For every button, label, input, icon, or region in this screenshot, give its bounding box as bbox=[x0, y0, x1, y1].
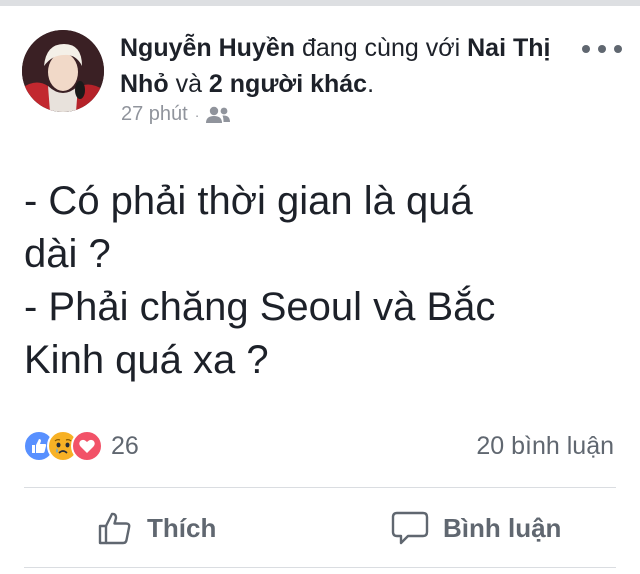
like-button[interactable]: Thích bbox=[97, 506, 216, 550]
reactions-summary[interactable]: 26 bbox=[23, 430, 139, 462]
friends-icon[interactable] bbox=[205, 106, 231, 124]
comment-bubble-icon bbox=[391, 510, 429, 546]
comment-button[interactable]: Bình luận bbox=[391, 506, 561, 550]
post-body-line: Kinh quá xa ? bbox=[24, 338, 269, 382]
post-body: - Có phải thời gian là quá dài ? - Phải … bbox=[24, 175, 604, 387]
top-divider-strip bbox=[0, 0, 640, 6]
meta-separator: · bbox=[194, 106, 200, 123]
love-icon bbox=[71, 430, 103, 462]
timestamp-link[interactable]: 27 phút bbox=[121, 103, 188, 126]
others-link[interactable]: 2 người khác bbox=[209, 70, 367, 98]
divider bbox=[24, 487, 616, 488]
header-period: . bbox=[367, 70, 375, 98]
thumbs-up-icon bbox=[97, 510, 133, 546]
avatar[interactable] bbox=[22, 30, 104, 112]
comment-label: Bình luận bbox=[443, 512, 562, 543]
post-header: Nguyễn Huyền đang cùng với Nai Thị Nhỏ v… bbox=[120, 30, 570, 102]
avatar-photo bbox=[22, 30, 104, 112]
post-body-line: dài ? bbox=[24, 232, 111, 276]
post-meta: 27 phút · bbox=[121, 103, 231, 126]
like-label: Thích bbox=[147, 512, 217, 543]
more-options-icon[interactable] bbox=[582, 42, 622, 56]
divider bbox=[24, 567, 616, 568]
author-name-link[interactable]: Nguyễn Huyền bbox=[120, 34, 295, 62]
comment-count-link[interactable]: 20 bình luận bbox=[476, 432, 614, 461]
with-text: đang cùng với bbox=[301, 34, 461, 62]
reaction-count: 26 bbox=[111, 431, 139, 460]
and-text: và bbox=[175, 70, 202, 98]
post-body-line: - Phải chăng Seoul và Bắc bbox=[24, 285, 496, 329]
post-body-line: - Có phải thời gian là quá bbox=[24, 179, 473, 223]
